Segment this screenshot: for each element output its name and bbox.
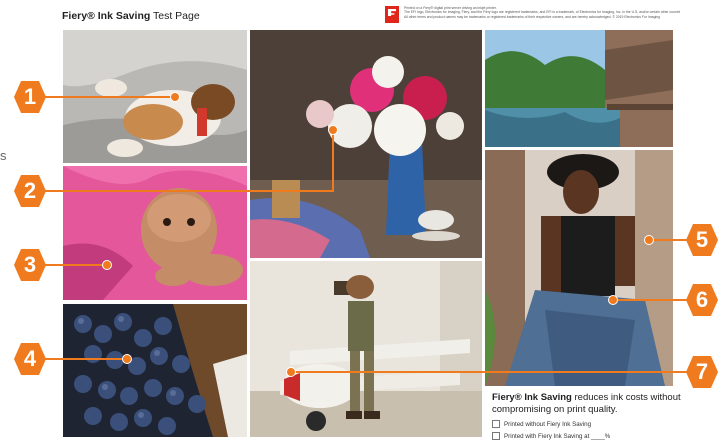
callout-line-3 <box>44 264 106 266</box>
pool-photo <box>485 30 673 147</box>
callout-line-6 <box>612 299 688 301</box>
baby-photo <box>63 166 247 300</box>
callout-badge-3: 3 <box>14 249 46 281</box>
callout-badge-6: 6 <box>686 284 718 316</box>
option-label: Printed with Fiery Ink Saving at ____% <box>504 432 611 440</box>
callout-line-2-vertical <box>332 130 334 191</box>
fine-print: Printed on a Fiery® digital print server… <box>404 6 680 19</box>
cropped-side-text: s <box>0 148 7 163</box>
efi-logo <box>385 6 399 23</box>
callout-badge-5: 5 <box>686 224 718 256</box>
callout-dot-6 <box>608 295 618 305</box>
callout-line-7 <box>290 371 688 373</box>
blueberries-photo <box>63 304 247 437</box>
fine-print-line: All other terms and product names may be… <box>404 14 660 19</box>
callout-badge-7: 7 <box>686 356 718 388</box>
callout-line-2 <box>44 190 334 192</box>
callout-line-4 <box>44 358 126 360</box>
option-label: Printed without Fiery Ink Saving <box>504 420 592 428</box>
callout-dot-1 <box>170 92 180 102</box>
woman-photo <box>485 150 673 386</box>
ink-saving-info: Fiery® Ink Saving reduces ink costs with… <box>492 392 682 440</box>
callout-dot-3 <box>102 260 112 270</box>
option-without-ink-saving[interactable]: Printed without Fiery Ink Saving <box>492 420 682 428</box>
callout-line-5 <box>648 239 688 241</box>
callout-badge-1: 1 <box>14 81 46 113</box>
callout-dot-5 <box>644 235 654 245</box>
callout-dot-7 <box>286 367 296 377</box>
callout-badge-2: 2 <box>14 175 46 207</box>
checkbox-icon[interactable] <box>492 432 500 440</box>
option-with-ink-saving[interactable]: Printed with Fiery Ink Saving at ____% <box>492 432 682 440</box>
checkbox-icon[interactable] <box>492 420 500 428</box>
callout-dot-2 <box>328 125 338 135</box>
boy-airplane-photo <box>250 261 482 437</box>
callout-line-1 <box>44 96 174 98</box>
callout-dot-4 <box>122 354 132 364</box>
flowers-photo <box>250 30 482 258</box>
page-title: Fiery® Ink Saving Test Page <box>62 10 200 22</box>
ink-saving-description: Fiery® Ink Saving reduces ink costs with… <box>492 392 681 415</box>
test-page: Fiery® Ink Saving Test Page Printed on a… <box>0 0 720 440</box>
callout-badge-4: 4 <box>14 343 46 375</box>
